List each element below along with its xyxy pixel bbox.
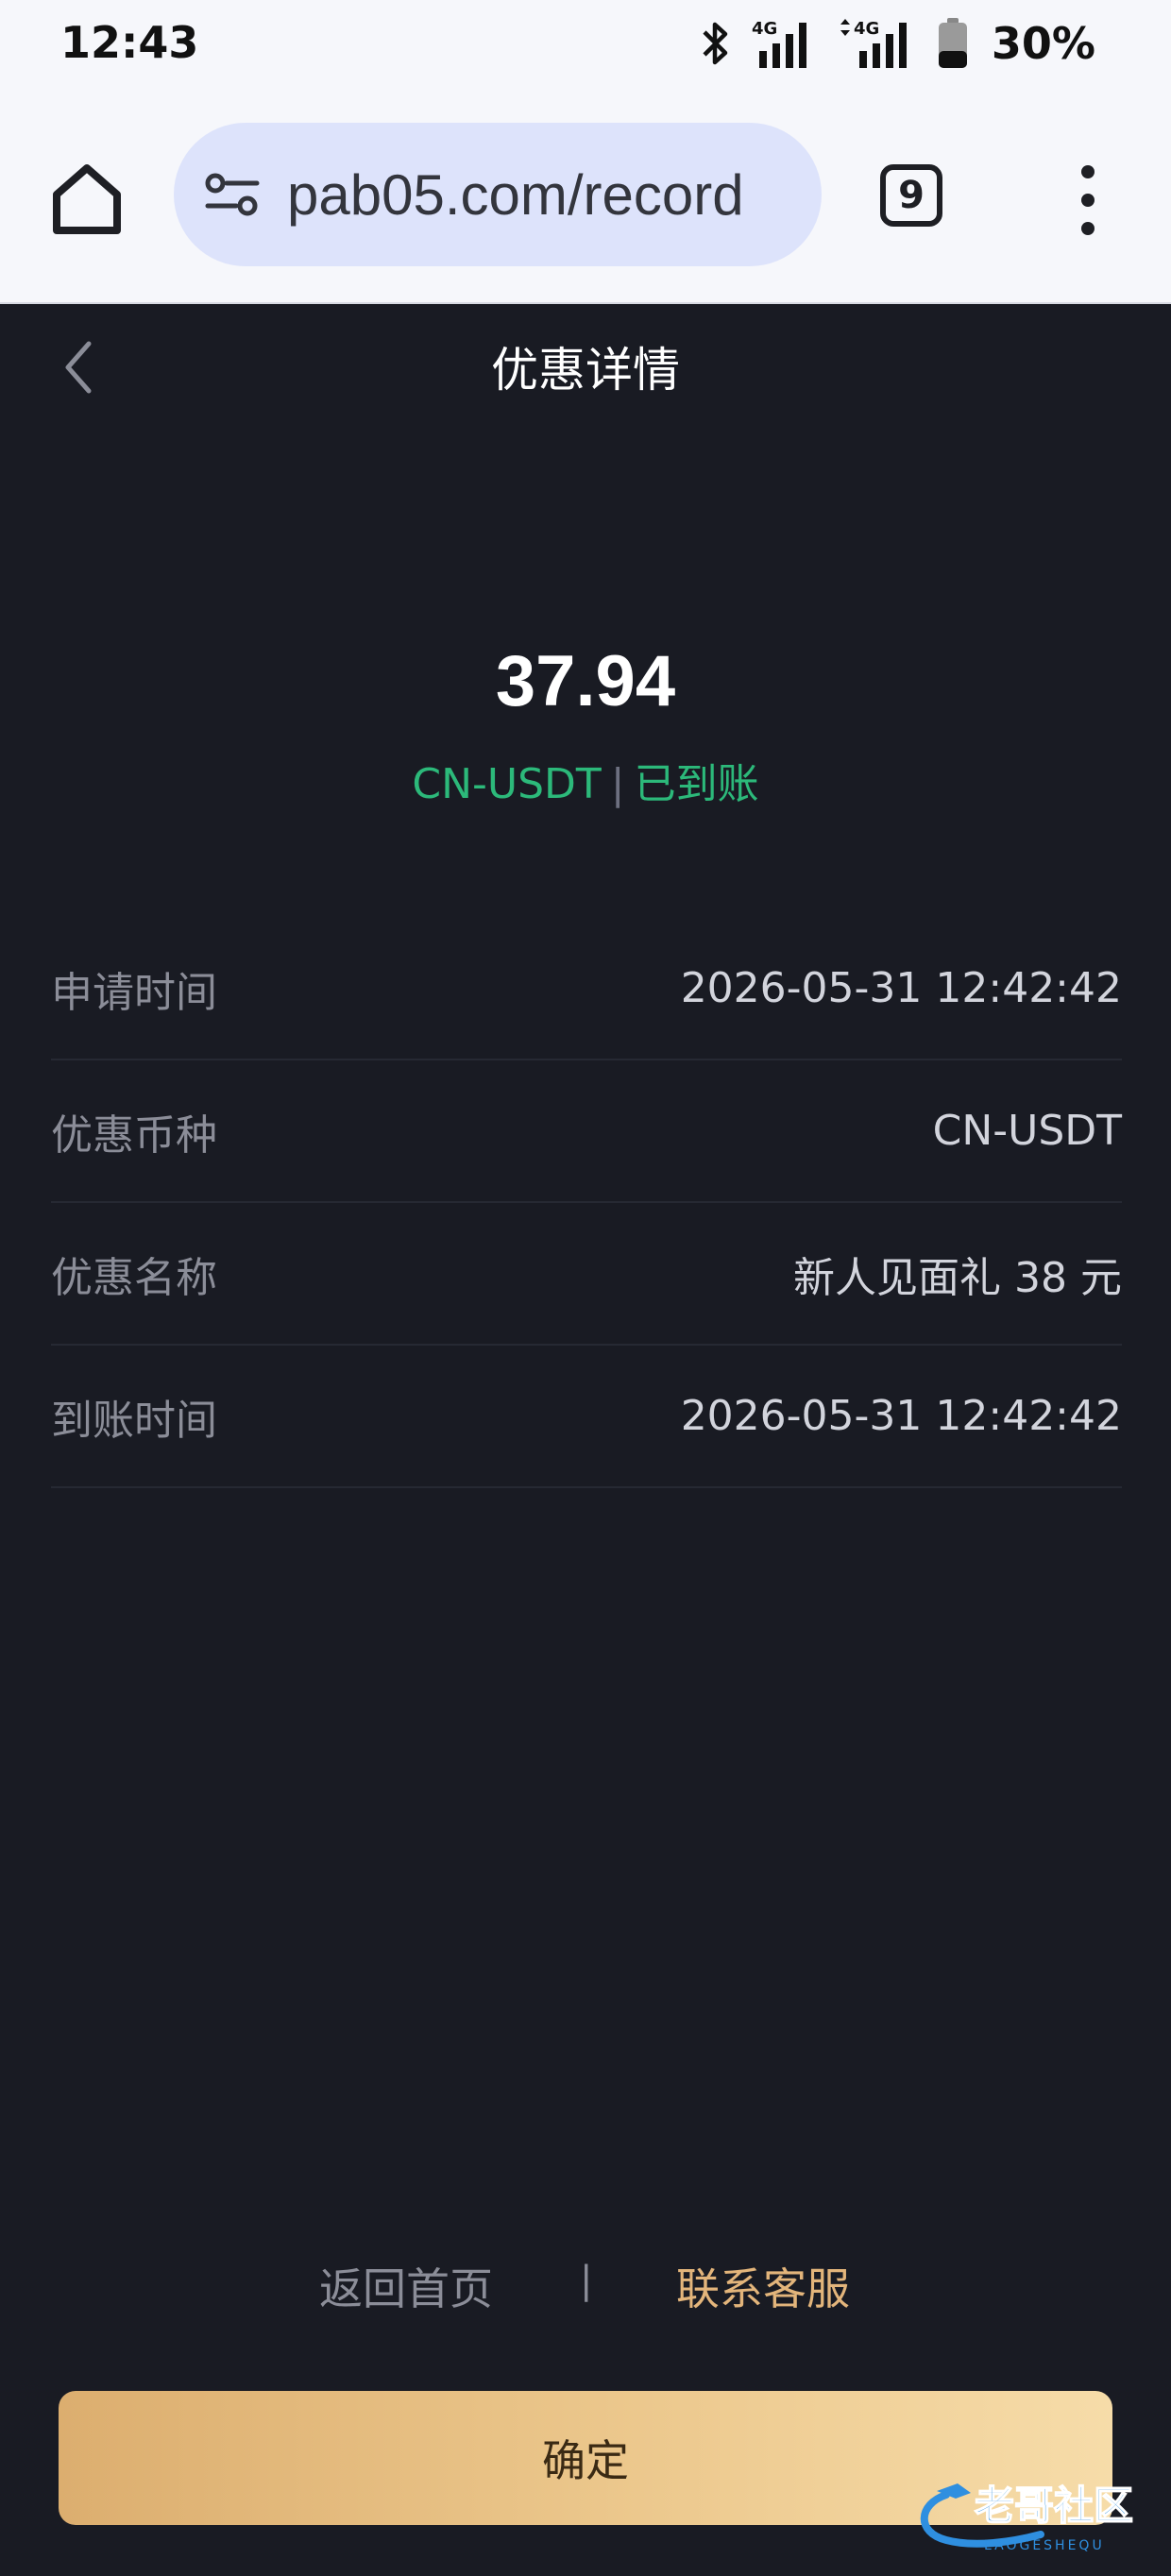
bonus-amount: 37.94 — [495, 641, 676, 721]
detail-value: CN-USDT — [932, 1107, 1122, 1155]
battery-icon — [938, 18, 967, 68]
address-bar[interactable]: pab05.com/record — [174, 123, 822, 266]
signal-icon: 4G — [840, 19, 907, 68]
status-time: 12:43 — [60, 17, 199, 68]
watermark-logo: 老哥社区 LAOGESHEQU — [920, 2482, 1134, 2553]
tabs-button[interactable]: 9 — [880, 164, 942, 227]
network-type-label: 4G — [752, 19, 777, 39]
detail-value: 2026-05-31 12:42:42 — [680, 964, 1122, 1012]
tune-icon[interactable] — [202, 164, 263, 225]
footer-separator: | — [580, 2259, 593, 2302]
detail-label: 优惠名称 — [51, 1253, 217, 1302]
svg-text:LAOGESHEQU: LAOGESHEQU — [984, 2538, 1105, 2553]
network-type-label: 4G — [854, 19, 879, 39]
detail-value: 新人见面礼 38 元 — [793, 1253, 1122, 1302]
browser-toolbar: pab05.com/record 9 — [0, 91, 1171, 304]
page-title: 优惠详情 — [491, 343, 680, 398]
separator: | — [610, 760, 625, 808]
detail-row-apply-time: 申请时间 2026-05-31 12:42:42 — [51, 918, 1122, 1060]
currency-label: CN-USDT — [412, 760, 602, 808]
detail-label: 申请时间 — [51, 968, 217, 1017]
detail-row-bonus-name: 优惠名称 新人见面礼 38 元 — [51, 1203, 1122, 1346]
bluetooth-icon — [703, 22, 728, 65]
detail-value: 2026-05-31 12:42:42 — [680, 1392, 1122, 1440]
currency-status-line: CN-USDT | 已到账 — [0, 750, 1171, 810]
url-text[interactable]: pab05.com/record — [287, 162, 744, 228]
detail-row-credited-time: 到账时间 2026-05-31 12:42:42 — [51, 1346, 1122, 1488]
more-vert-icon[interactable] — [1069, 162, 1107, 238]
svg-text:老哥社区: 老哥社区 — [975, 2483, 1133, 2529]
detail-label: 优惠币种 — [51, 1110, 217, 1160]
signal-icon: 4G — [752, 19, 806, 68]
home-icon[interactable] — [47, 159, 127, 238]
detail-row-currency: 优惠币种 CN-USDT — [51, 1060, 1122, 1203]
battery-percent: 30% — [991, 18, 1095, 69]
footer-links: 返回首页 | 联系客服 — [0, 2255, 1171, 2317]
contact-support-link[interactable]: 联系客服 — [676, 2255, 850, 2317]
detail-list: 申请时间 2026-05-31 12:42:42 优惠币种 CN-USDT 优惠… — [51, 918, 1122, 1488]
status-label: 已到账 — [634, 760, 759, 808]
tab-count: 9 — [898, 174, 925, 217]
back-home-link[interactable]: 返回首页 — [319, 2255, 493, 2317]
status-bar: 12:43 4G 4G 30% — [0, 0, 1171, 91]
detail-label: 到账时间 — [51, 1396, 217, 1445]
confirm-label: 确定 — [542, 2435, 629, 2486]
status-icons: 4G 4G 30% — [699, 15, 1095, 72]
